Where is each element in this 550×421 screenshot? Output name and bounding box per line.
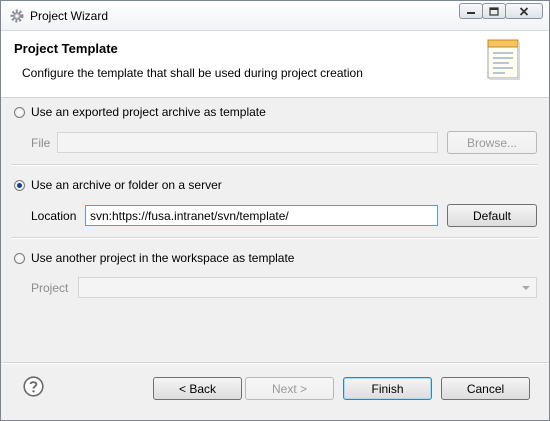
radio-exported-archive[interactable]: Use an exported project archive as templ… bbox=[14, 105, 266, 119]
file-field[interactable] bbox=[57, 132, 438, 153]
maximize-button[interactable] bbox=[482, 3, 506, 19]
project-label: Project bbox=[31, 281, 69, 295]
page-description: Configure the template that shall be use… bbox=[22, 66, 363, 80]
file-label: File bbox=[31, 136, 51, 150]
file-input[interactable] bbox=[58, 133, 437, 152]
radio-workspace-project[interactable]: Use another project in the workspace as … bbox=[14, 251, 294, 265]
wizard-header: Project Template Configure the template … bbox=[1, 31, 549, 98]
divider bbox=[11, 237, 538, 239]
radio-server-location[interactable]: Use an archive or folder on a server bbox=[14, 178, 222, 192]
page-title: Project Template bbox=[14, 41, 118, 56]
gear-icon bbox=[10, 9, 24, 23]
finish-button-label: Finish bbox=[371, 381, 404, 396]
radio-button[interactable] bbox=[14, 179, 25, 191]
project-wizard-window: Project Wizard Project Template Configur… bbox=[0, 0, 550, 421]
footer-divider bbox=[1, 362, 549, 364]
close-button[interactable] bbox=[505, 3, 543, 19]
finish-button[interactable]: Finish bbox=[343, 377, 432, 400]
close-icon bbox=[519, 6, 529, 16]
radio-label: Use an archive or folder on a server bbox=[31, 178, 222, 192]
minimize-icon bbox=[467, 12, 475, 14]
template-document-icon bbox=[487, 39, 520, 80]
window-title: Project Wizard bbox=[30, 9, 109, 23]
location-field[interactable] bbox=[85, 205, 438, 226]
next-button[interactable]: Next > bbox=[245, 377, 334, 400]
title-bar[interactable]: Project Wizard bbox=[1, 1, 549, 31]
next-button-label: Next > bbox=[271, 381, 307, 396]
back-button[interactable]: < Back bbox=[153, 377, 242, 400]
browse-button[interactable]: Browse... bbox=[447, 131, 537, 154]
divider bbox=[11, 164, 538, 166]
window-controls bbox=[459, 3, 543, 21]
radio-label: Use an exported project archive as templ… bbox=[31, 105, 266, 119]
radio-button[interactable] bbox=[14, 106, 25, 118]
help-icon[interactable] bbox=[23, 376, 44, 397]
location-label: Location bbox=[31, 209, 77, 223]
minimize-button[interactable] bbox=[459, 3, 483, 19]
cancel-button[interactable]: Cancel bbox=[441, 377, 530, 400]
radio-label: Use another project in the workspace as … bbox=[31, 251, 295, 265]
chevron-down-icon[interactable] bbox=[522, 286, 530, 290]
location-input[interactable] bbox=[86, 206, 437, 225]
cancel-button-label: Cancel bbox=[466, 381, 505, 396]
back-button-label: < Back bbox=[178, 381, 217, 396]
project-dropdown[interactable] bbox=[78, 277, 537, 298]
default-button[interactable]: Default bbox=[447, 204, 537, 227]
maximize-icon bbox=[489, 6, 499, 16]
radio-button[interactable] bbox=[14, 252, 25, 264]
